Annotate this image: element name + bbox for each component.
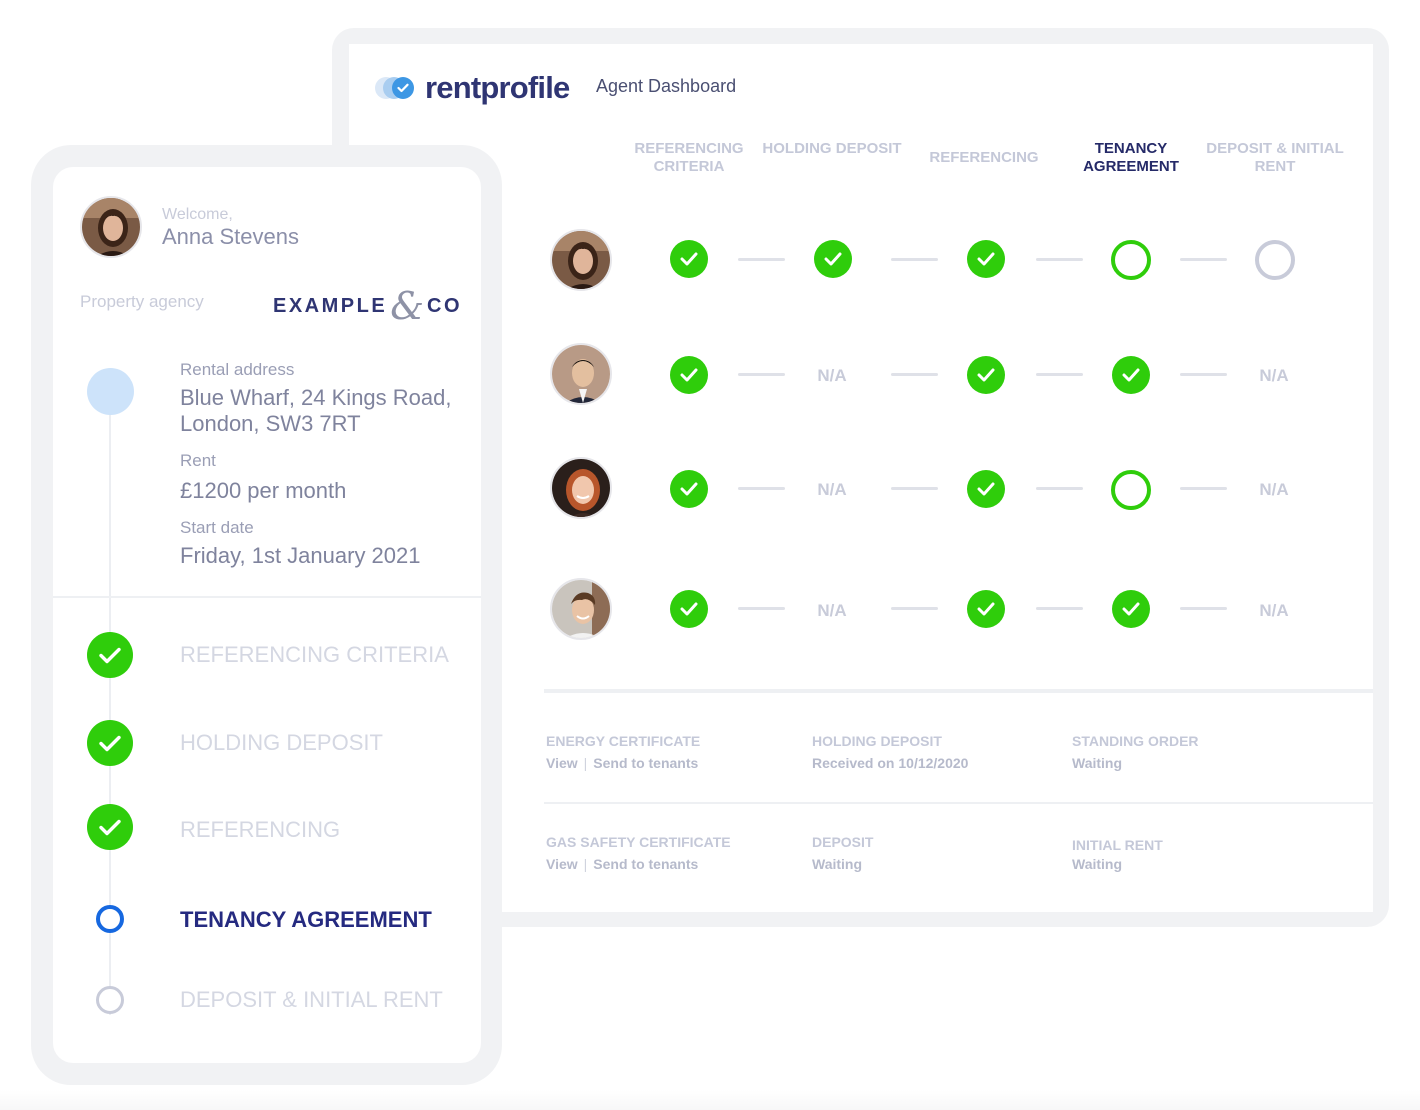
gas-safety-certificate-label: GAS SAFETY CERTIFICATE (546, 834, 731, 850)
deposit-value: Waiting (812, 856, 863, 872)
property-agency-label: Property agency (80, 292, 204, 311)
step-connector (738, 487, 785, 490)
status-done-icon (967, 590, 1005, 628)
dashboard-title: Agent Dashboard (596, 76, 737, 96)
status-done-icon (1112, 356, 1150, 394)
status-done-icon (1112, 590, 1150, 628)
column-header-deposit-initial-rent[interactable]: DEPOSIT & INITIAL RENT (1200, 140, 1350, 176)
page-footer-fade (0, 1090, 1420, 1110)
standing-order-value: Waiting (1072, 755, 1123, 771)
column-header-holding-deposit[interactable]: HOLDING DEPOSIT (757, 140, 907, 158)
step-referencing[interactable]: REFERENCING (180, 817, 340, 843)
status-na: N/A (817, 480, 847, 499)
step-done-icon (87, 804, 133, 850)
step-connector (891, 258, 938, 261)
status-na: N/A (1259, 480, 1289, 499)
agency-logo: EXAMPLE & CO (273, 284, 463, 328)
section-divider (544, 689, 1373, 693)
step-connector (891, 373, 938, 376)
rentprofile-logo[interactable]: rentprofile (375, 70, 570, 106)
status-done-icon (670, 240, 708, 278)
logo-mark-icon (375, 72, 419, 104)
row-divider (544, 802, 1373, 804)
tenant-avatar-4[interactable] (550, 578, 612, 640)
deposit-label: DEPOSIT (812, 834, 874, 850)
status-na: N/A (1259, 366, 1289, 385)
tenant-avatar-2[interactable] (550, 343, 612, 405)
user-avatar[interactable] (80, 196, 142, 258)
brand-name: rentprofile (425, 70, 570, 105)
status-in-progress-icon[interactable] (1111, 470, 1151, 510)
status-done-icon (814, 240, 852, 278)
step-connector (1180, 258, 1227, 261)
step-in-progress-icon (96, 905, 124, 933)
energy-certificate-label: ENERGY CERTIFICATE (546, 733, 701, 749)
holding-deposit-label: HOLDING DEPOSIT (812, 733, 942, 749)
status-done-icon (670, 356, 708, 394)
standing-order-label: STANDING ORDER (1072, 733, 1199, 749)
step-done-icon (87, 720, 133, 766)
start-date-label: Start date (180, 518, 254, 537)
step-connector (1036, 373, 1083, 376)
start-date-value: Friday, 1st January 2021 (180, 543, 421, 568)
rental-address-label: Rental address (180, 360, 295, 379)
step-deposit-initial-rent[interactable]: DEPOSIT & INITIAL RENT (180, 987, 443, 1013)
holding-deposit-value: Received on 10/12/2020 (812, 755, 969, 771)
gas-safety-certificate-actions: View | Send to tenants (546, 856, 699, 872)
welcome-text: Welcome, (162, 206, 233, 223)
step-connector (1180, 373, 1227, 376)
status-na: N/A (817, 601, 847, 620)
gas-safety-send-link[interactable]: Send to tenants (593, 856, 698, 872)
rent-label: Rent (180, 451, 216, 470)
tenant-avatar-3[interactable] (550, 457, 612, 519)
column-header-referencing[interactable]: REFERENCING (909, 149, 1059, 167)
status-na: N/A (817, 366, 847, 385)
energy-certificate-view-link[interactable]: View (546, 755, 578, 771)
initial-rent-value: Waiting (1072, 856, 1123, 872)
tenant-avatar-1[interactable] (550, 229, 612, 291)
status-done-icon (967, 356, 1005, 394)
step-connector (1180, 487, 1227, 490)
rent-value: £1200 per month (180, 478, 347, 503)
step-connector (1036, 258, 1083, 261)
step-holding-deposit[interactable]: HOLDING DEPOSIT (180, 730, 383, 756)
step-connector (738, 607, 785, 610)
column-header-referencing-criteria[interactable]: REFERENCING CRITERIA (614, 140, 764, 176)
step-done-icon (87, 632, 133, 678)
card-divider (53, 596, 481, 598)
energy-certificate-send-link[interactable]: Send to tenants (593, 755, 698, 771)
status-na: N/A (1259, 601, 1289, 620)
status-done-icon (967, 470, 1005, 508)
user-name: Anna Stevens (162, 224, 299, 249)
step-connector (1036, 607, 1083, 610)
step-connector (738, 258, 785, 261)
column-header-tenancy-agreement[interactable]: TENANCY AGREEMENT (1056, 140, 1206, 176)
status-done-icon (670, 590, 708, 628)
step-connector (738, 373, 785, 376)
rental-address-line1: Blue Wharf, 24 Kings Road, (180, 385, 452, 410)
initial-rent-label: INITIAL RENT (1072, 837, 1163, 853)
rental-address-line2: London, SW3 7RT (180, 411, 361, 436)
step-connector (891, 607, 938, 610)
step-connector (1036, 487, 1083, 490)
step-tenancy-agreement[interactable]: TENANCY AGREEMENT (180, 907, 432, 933)
status-done-icon (670, 470, 708, 508)
step-connector (1180, 607, 1227, 610)
status-done-icon (967, 240, 1005, 278)
status-pending-icon[interactable] (1255, 240, 1295, 280)
energy-certificate-actions: View | Send to tenants (546, 755, 699, 771)
step-pending-icon (96, 986, 124, 1014)
address-marker-icon (87, 368, 134, 415)
gas-safety-view-link[interactable]: View (546, 856, 578, 872)
step-referencing-criteria[interactable]: REFERENCING CRITERIA (180, 642, 449, 668)
step-connector (891, 487, 938, 490)
status-in-progress-icon[interactable] (1111, 240, 1151, 280)
